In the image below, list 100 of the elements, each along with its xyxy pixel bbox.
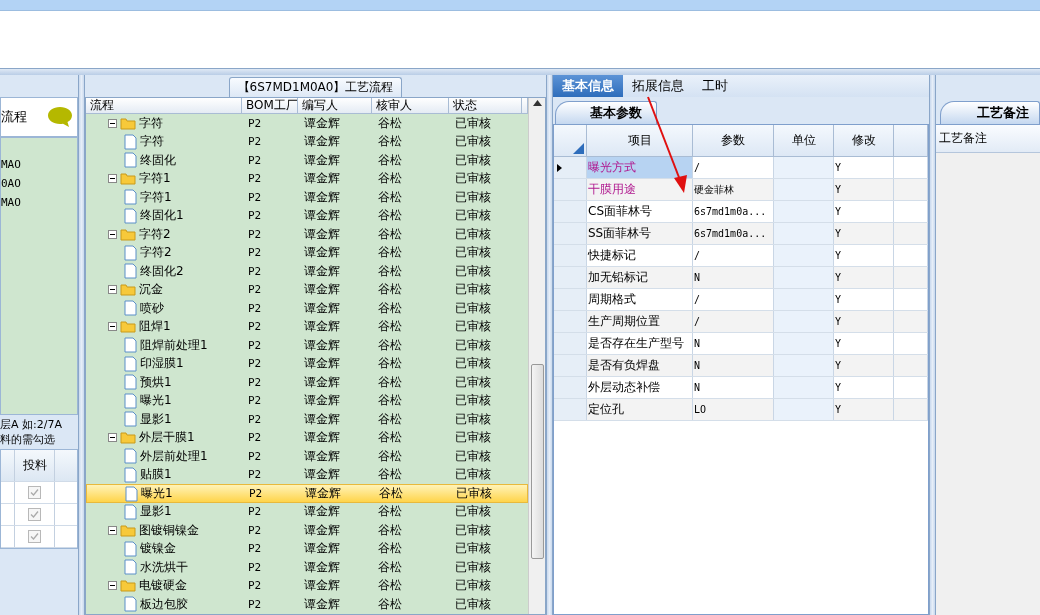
column-header[interactable]: 修改	[834, 125, 894, 156]
collapse-icon[interactable]	[108, 322, 117, 332]
table-cell-text: 谭金辉	[303, 466, 341, 484]
column-header[interactable]: 编写人	[298, 98, 372, 113]
tree-row[interactable]: 字符1 P2 谭金辉 谷松 已审核	[86, 188, 528, 207]
scroll-thumb[interactable]	[530, 364, 544, 559]
selected-table-row[interactable]	[0, 0, 1040, 11]
table-cell-text: 谭金辉	[303, 577, 341, 595]
table-row[interactable]: 加无铅标记 N Y	[554, 267, 928, 289]
collapse-icon[interactable]	[108, 433, 117, 443]
tab[interactable]: 工艺备注	[940, 101, 1040, 124]
panel-title: 流程	[1, 108, 27, 126]
table-cell-text: 谭金辉	[303, 281, 341, 299]
tree-row[interactable]: 外层干膜1 P2 谭金辉 谷松 已审核	[86, 428, 528, 447]
table-row[interactable]: 快捷标记 / Y	[554, 245, 928, 267]
table-cell: Y	[834, 399, 894, 420]
table-cell-text: 已审核	[454, 244, 492, 262]
table-row[interactable]: 是否有负焊盘 N Y	[554, 355, 928, 377]
collapse-icon[interactable]	[108, 581, 117, 591]
table-cell-text: 谷松	[377, 429, 403, 447]
table-row[interactable]: 周期格式 / Y	[554, 289, 928, 311]
column-header[interactable]: 单位	[774, 125, 834, 156]
splitter[interactable]	[78, 75, 85, 615]
collapse-icon[interactable]	[108, 525, 117, 535]
table-cell-text: 谷松	[377, 540, 403, 558]
tree-row[interactable]: 显影1 P2 谭金辉 谷松 已审核	[86, 410, 528, 429]
tree-node-label: 显影1	[140, 503, 172, 521]
collapse-icon[interactable]	[108, 118, 117, 128]
tree-row[interactable]: 曝光1 P2 谭金辉 谷松 已审核	[86, 484, 528, 503]
tree-row[interactable]: 阻焊1 P2 谭金辉 谷松 已审核	[86, 317, 528, 336]
table-row[interactable]: 曝光方式 / Y	[554, 157, 928, 179]
table-cell-text: 谷松	[377, 373, 403, 391]
table-row[interactable]: 外层动态补偿 N Y	[554, 377, 928, 399]
table-cell-text: 已审核	[454, 114, 492, 132]
row-header[interactable]	[554, 157, 587, 178]
list-item[interactable]: MAO	[1, 196, 77, 215]
tree-row[interactable]: 字符2 P2 谭金辉 谷松 已审核	[86, 243, 528, 262]
tree-row[interactable]: 字符 P2 谭金辉 谷松 已审核	[86, 132, 528, 151]
splitter[interactable]	[929, 75, 936, 615]
column-header[interactable]: 流程	[86, 98, 242, 113]
splitter[interactable]	[0, 68, 1040, 75]
tree-row[interactable]: 字符2 P2 谭金辉 谷松 已审核	[86, 225, 528, 244]
tree-row[interactable]: 沉金 P2 谭金辉 谷松 已审核	[86, 280, 528, 299]
tab[interactable]: 拓展信息	[623, 75, 693, 97]
collapse-icon[interactable]	[108, 229, 117, 239]
table-row[interactable]: SS面菲林号 6s7md1m0a... Y	[554, 223, 928, 245]
column-header[interactable]: 状态	[449, 98, 522, 113]
table-row[interactable]: 生产周期位置 / Y	[554, 311, 928, 333]
table-cell-text: P2	[247, 560, 263, 574]
tree-row[interactable]: 印湿膜1 P2 谭金辉 谷松 已审核	[86, 354, 528, 373]
tree-node-label: 显影1	[140, 410, 172, 428]
table-cell-text: 已审核	[454, 577, 492, 595]
scrollbar[interactable]	[528, 98, 545, 614]
list-item[interactable]: 0AO	[1, 177, 77, 196]
collapse-icon[interactable]	[108, 174, 117, 184]
tree-row[interactable]: 曝光1 P2 谭金辉 谷松 已审核	[86, 391, 528, 410]
tree-row[interactable]: 贴膜1 P2 谭金辉 谷松 已审核	[86, 465, 528, 484]
tree-row[interactable]: 终固化1 P2 谭金辉 谷松 已审核	[86, 206, 528, 225]
tree-row[interactable]: 阻焊前处理1 P2 谭金辉 谷松 已审核	[86, 336, 528, 355]
table-cell-text: 已审核	[454, 447, 492, 465]
tree-row[interactable]: 终固化2 P2 谭金辉 谷松 已审核	[86, 262, 528, 281]
table-cell-text: 谭金辉	[303, 151, 341, 169]
tree-row[interactable]: 外层前处理1 P2 谭金辉 谷松 已审核	[86, 447, 528, 466]
table-cell: 定位孔	[587, 399, 693, 420]
tree-row[interactable]: 喷砂 P2 谭金辉 谷松 已审核	[86, 299, 528, 318]
column-header[interactable]: 参数	[693, 125, 774, 156]
table-cell: Y	[834, 201, 894, 222]
column-header[interactable]: 核审人	[372, 98, 449, 113]
table-cell: 外层动态补偿	[587, 377, 693, 398]
tree-row[interactable]: 电镀硬金 P2 谭金辉 谷松 已审核	[86, 576, 528, 595]
tree-row[interactable]: 字符1 P2 谭金辉 谷松 已审核	[86, 169, 528, 188]
table-cell-text: 谭金辉	[303, 262, 341, 280]
table-cell	[774, 245, 834, 266]
column-header[interactable]: 项目	[587, 125, 693, 156]
tree-row[interactable]: 镀镍金 P2 谭金辉 谷松 已审核	[86, 539, 528, 558]
tab[interactable]: 工时	[693, 75, 737, 97]
table-cell-text: 谷松	[377, 392, 403, 410]
tree-row[interactable]: 板边包胶 P2 谭金辉 谷松 已审核	[86, 595, 528, 614]
tree-row[interactable]: 图镀铜镍金 P2 谭金辉 谷松 已审核	[86, 521, 528, 540]
table-cell-text: 谭金辉	[303, 595, 341, 613]
table-cell-text: 已审核	[454, 318, 492, 336]
tree-row[interactable]: 预烘1 P2 谭金辉 谷松 已审核	[86, 373, 528, 392]
tree-row[interactable]: 显影1 P2 谭金辉 谷松 已审核	[86, 502, 528, 521]
tab[interactable]: 基本信息	[553, 75, 623, 97]
tree-row[interactable]: 字符 P2 谭金辉 谷松 已审核	[86, 114, 528, 133]
collapse-icon[interactable]	[108, 285, 117, 295]
tree-row[interactable]: 水洗烘干 P2 谭金辉 谷松 已审核	[86, 558, 528, 577]
tab[interactable]: 基本参数	[555, 101, 657, 124]
table-row[interactable]: CS面菲林号 6s7md1m0a... Y	[554, 201, 928, 223]
column-header[interactable]: BOM工厂	[242, 98, 298, 113]
tree-row[interactable]: 终固化 P2 谭金辉 谷松 已审核	[86, 151, 528, 170]
scroll-up-icon[interactable]	[532, 100, 542, 106]
table-cell-text: 谭金辉	[303, 299, 341, 317]
table-row[interactable]: 干膜用途 硬金菲林 Y	[554, 179, 928, 201]
table-cell-text: 已审核	[454, 336, 492, 354]
table-cell	[774, 267, 834, 288]
table-row[interactable]: 是否存在生产型号 N Y	[554, 333, 928, 355]
list-item[interactable]: MAO	[1, 158, 77, 177]
table-row[interactable]: 定位孔 LO Y	[554, 399, 928, 421]
table-cell-text: 谷松	[377, 336, 403, 354]
